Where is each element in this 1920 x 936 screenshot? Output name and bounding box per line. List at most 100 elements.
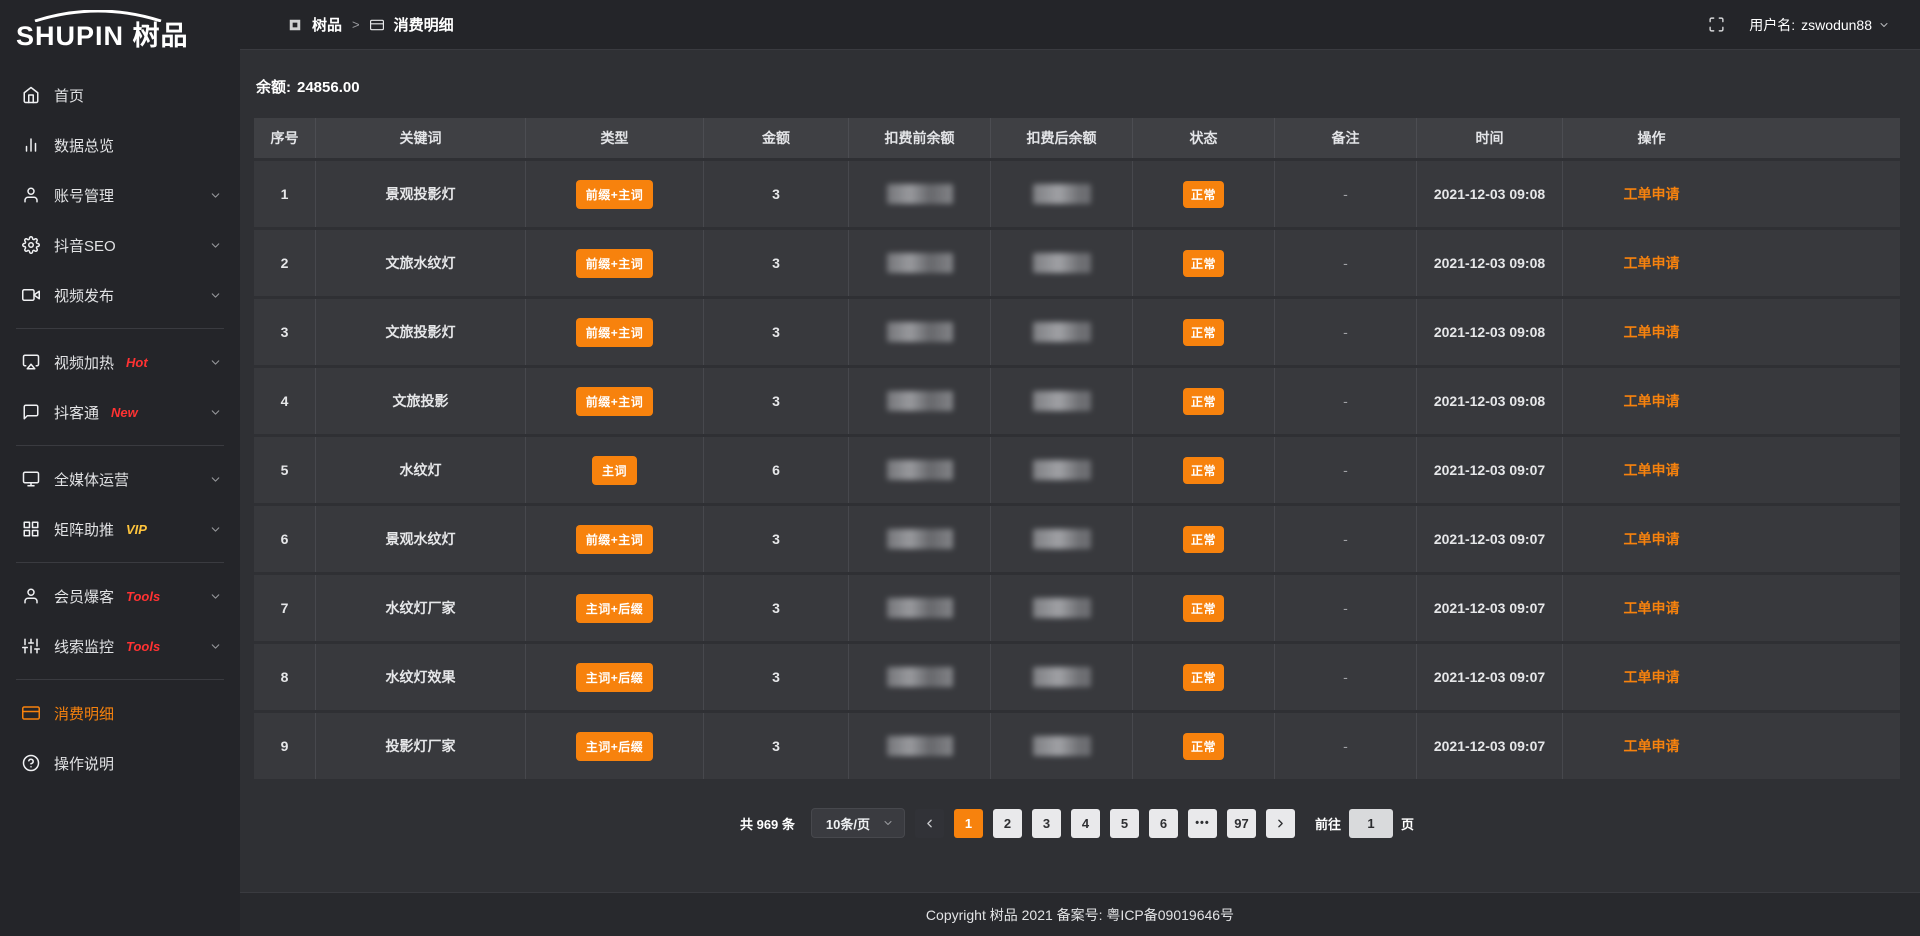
- sidebar-item-lead-monitor[interactable]: 线索监控 Tools: [0, 621, 240, 671]
- table-row: 7水纹灯厂家主词+后缀3正常-2021-12-03 09:07工单申请: [254, 575, 1900, 641]
- page-button-1[interactable]: 1: [954, 809, 983, 838]
- sidebar-divider: [16, 562, 224, 563]
- table-row: 3文旅投影灯前缀+主词3正常-2021-12-03 09:08工单申请: [254, 299, 1900, 365]
- column-header: 金额: [704, 118, 849, 158]
- sidebar-item-label: 抖音SEO: [54, 235, 116, 256]
- cell-keyword: 景观水纹灯: [316, 506, 526, 572]
- type-badge: 主词: [592, 456, 637, 485]
- cell-status: 正常: [1133, 368, 1275, 434]
- cell-balance-before: [849, 713, 991, 779]
- work-order-link[interactable]: 工单申请: [1624, 462, 1680, 478]
- next-page-button[interactable]: [1266, 809, 1295, 838]
- cell-balance-after: [991, 299, 1133, 365]
- sidebar-item-account-management[interactable]: 账号管理: [0, 170, 240, 220]
- prev-page-button[interactable]: [915, 809, 944, 838]
- logo-en: SHUPIN: [16, 21, 124, 51]
- cell-balance-after: [991, 575, 1133, 641]
- cell-index: 1: [254, 161, 316, 227]
- page-button-4[interactable]: 4: [1071, 809, 1100, 838]
- work-order-link[interactable]: 工单申请: [1624, 738, 1680, 754]
- cell-balance-after: [991, 506, 1133, 572]
- sidebar-item-label: 账号管理: [54, 185, 114, 206]
- masked-value: [1033, 184, 1091, 204]
- cell-type: 前缀+主词: [526, 299, 704, 365]
- table-row: 5水纹灯主词6正常-2021-12-03 09:07工单申请: [254, 437, 1900, 503]
- work-order-link[interactable]: 工单申请: [1624, 393, 1680, 409]
- cell-balance-before: [849, 299, 991, 365]
- work-order-link[interactable]: 工单申请: [1624, 324, 1680, 340]
- cell-amount: 3: [704, 644, 849, 710]
- sidebar-item-douyin-seo[interactable]: 抖音SEO: [0, 220, 240, 270]
- type-badge: 前缀+主词: [576, 180, 654, 209]
- sidebar-item-label: 首页: [54, 85, 84, 106]
- goto-page-input[interactable]: [1349, 809, 1393, 838]
- page-button-3[interactable]: 3: [1032, 809, 1061, 838]
- sidebar-item-omni-media-operation[interactable]: 全媒体运营: [0, 454, 240, 504]
- chevron-down-icon: [209, 289, 222, 302]
- cell-balance-before: [849, 230, 991, 296]
- user-menu[interactable]: 用户名: zswodun88: [1749, 15, 1890, 35]
- sidebar-item-member-burst[interactable]: 会员爆客Tools: [0, 571, 240, 621]
- cell-amount: 6: [704, 437, 849, 503]
- sidebar-item-video-publish[interactable]: 视频发布: [0, 270, 240, 320]
- cell-type: 主词+后缀: [526, 575, 704, 641]
- work-order-link[interactable]: 工单申请: [1624, 186, 1680, 202]
- sidebar-item-instructions[interactable]: 操作说明: [0, 738, 240, 788]
- column-header: 备注: [1275, 118, 1417, 158]
- sidebar-item-tag: Tools: [126, 639, 160, 654]
- masked-value: [1033, 391, 1091, 411]
- cell-index: 8: [254, 644, 316, 710]
- sidebar-item-home[interactable]: 首页: [0, 70, 240, 120]
- fullscreen-icon[interactable]: [1708, 16, 1725, 33]
- work-order-link[interactable]: 工单申请: [1624, 531, 1680, 547]
- page-size-value: 10条/页: [826, 814, 870, 833]
- cell-amount: 3: [704, 506, 849, 572]
- cell-keyword: 景观投影灯: [316, 161, 526, 227]
- cell-balance-after: [991, 437, 1133, 503]
- page-size-select[interactable]: 10条/页: [811, 808, 905, 838]
- page-button-6[interactable]: 6: [1149, 809, 1178, 838]
- cell-keyword: 投影灯厂家: [316, 713, 526, 779]
- sidebar-item-tag: Tools: [126, 589, 160, 604]
- cell-action: 工单申请: [1563, 230, 1900, 296]
- type-badge: 主词+后缀: [576, 663, 654, 692]
- page-button-5[interactable]: 5: [1110, 809, 1139, 838]
- video-icon: [22, 286, 40, 304]
- cell-amount: 3: [704, 299, 849, 365]
- cell-status: 正常: [1133, 299, 1275, 365]
- masked-value: [887, 529, 953, 549]
- cell-amount: 3: [704, 161, 849, 227]
- column-header: 时间: [1417, 118, 1563, 158]
- person-icon: [22, 587, 40, 605]
- work-order-link[interactable]: 工单申请: [1624, 255, 1680, 271]
- cell-type: 前缀+主词: [526, 506, 704, 572]
- sidebar-item-douketong[interactable]: 抖客通New: [0, 387, 240, 437]
- masked-value: [887, 322, 953, 342]
- sidebar-item-data-overview[interactable]: 数据总览: [0, 120, 240, 170]
- column-header: 关键词: [316, 118, 526, 158]
- sidebar-item-consumption-detail[interactable]: 消费明细: [0, 688, 240, 738]
- work-order-link[interactable]: 工单申请: [1624, 669, 1680, 685]
- consumption-table: 序号关键词类型金额扣费前余额扣费后余额状态备注时间操作 1景观投影灯前缀+主词3…: [254, 115, 1900, 782]
- masked-value: [887, 253, 953, 273]
- user-icon: [22, 186, 40, 204]
- sidebar-item-matrix-boost[interactable]: 矩阵助推VIP: [0, 504, 240, 554]
- breadcrumb-item-root[interactable]: 树品: [312, 14, 342, 35]
- balance-label: 余额:: [256, 79, 291, 96]
- masked-value: [887, 184, 953, 204]
- page-button-2[interactable]: 2: [993, 809, 1022, 838]
- sidebar-item-video-heating[interactable]: 视频加热Hot: [0, 337, 240, 387]
- status-badge: 正常: [1183, 388, 1224, 415]
- cell-index: 4: [254, 368, 316, 434]
- status-badge: 正常: [1183, 595, 1224, 622]
- work-order-link[interactable]: 工单申请: [1624, 600, 1680, 616]
- sidebar-item-label: 线索监控: [54, 636, 114, 657]
- cell-index: 5: [254, 437, 316, 503]
- chevron-down-icon: [209, 356, 222, 369]
- sidebar-item-label: 全媒体运营: [54, 469, 129, 490]
- chevron-down-icon: [209, 473, 222, 486]
- page-button-97[interactable]: 97: [1227, 809, 1256, 838]
- page-ellipsis-button[interactable]: •••: [1188, 809, 1217, 838]
- cell-action: 工单申请: [1563, 368, 1900, 434]
- cell-remark: -: [1275, 299, 1417, 365]
